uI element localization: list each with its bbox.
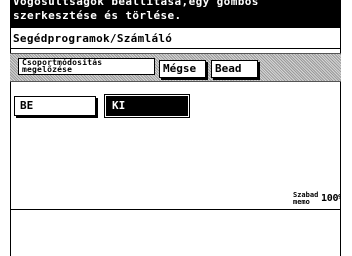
title-divider: [10, 48, 341, 49]
apply-button[interactable]: Bead: [211, 60, 258, 78]
screen-border-left: [10, 0, 11, 256]
option-on-button[interactable]: BE: [14, 96, 96, 116]
setting-label-line-2: megelőzése: [22, 65, 73, 74]
setting-label: Csoportmódosítás megelőzése: [18, 58, 155, 75]
setting-toolbar: Csoportmódosítás megelőzése Mégse Bead: [10, 53, 341, 82]
memory-value: 100%: [321, 193, 341, 204]
instruction-line-1: Vogosultságok beállítása,egy gombos: [13, 0, 259, 8]
device-screen: Vogosultságok beállítása,egy gombos szer…: [10, 0, 341, 256]
footer-divider: [10, 209, 341, 210]
cancel-button[interactable]: Mégse: [159, 60, 206, 78]
instruction-banner: Vogosultságok beállítása,egy gombos szer…: [10, 0, 341, 28]
screen-border-right: [340, 0, 341, 256]
instruction-line-2: szerkesztése és törlése.: [13, 9, 182, 22]
memory-label-line-2: memo: [293, 198, 310, 206]
option-off-button[interactable]: KI: [106, 96, 188, 116]
page-title: Segédprogramok/Számláló: [13, 32, 173, 45]
